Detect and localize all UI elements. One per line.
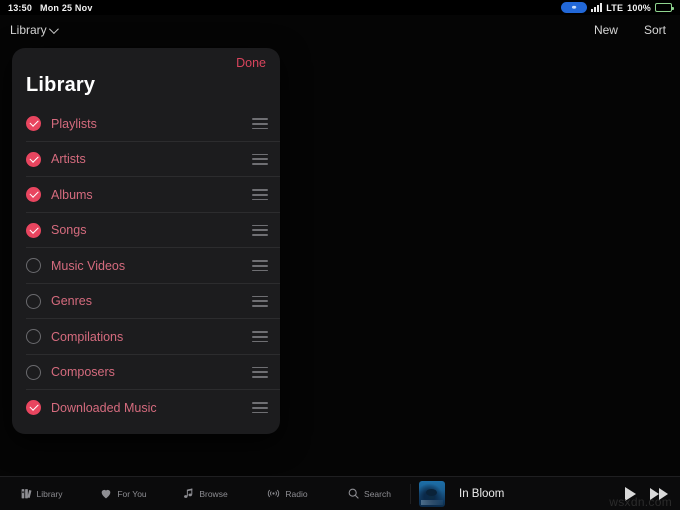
drag-handle-icon[interactable]: [252, 260, 268, 272]
checkbox-checked-icon[interactable]: [26, 222, 41, 238]
panel-title: Library: [26, 74, 96, 96]
screen-recording-icon: ⚭: [561, 2, 588, 13]
library-option-label: Downloaded Music: [51, 400, 157, 415]
library-option-label: Songs: [51, 223, 87, 238]
library-option-row[interactable]: Playlists: [12, 106, 280, 142]
library-icon: [20, 487, 33, 500]
play-icon[interactable]: [625, 486, 636, 501]
drag-handle-icon[interactable]: [252, 366, 268, 378]
heart-icon: [99, 487, 113, 500]
tab-label: Radio: [285, 488, 308, 499]
library-dropdown-button[interactable]: Library: [10, 23, 59, 37]
album-artwork: [419, 480, 445, 507]
checkbox-checked-icon[interactable]: [26, 116, 41, 132]
tab-browse[interactable]: Browse: [164, 487, 246, 500]
tab-label: Browse: [199, 488, 228, 499]
library-option-label: Playlists: [51, 116, 97, 131]
library-options-list: Playlists Artists Albums Songs Music Videos G…: [12, 106, 280, 426]
drag-handle-icon[interactable]: [252, 189, 268, 201]
library-option-row[interactable]: Downloaded Music: [12, 390, 280, 426]
library-edit-panel: Done Library Playlists Artists Albums Songs…: [12, 48, 280, 434]
done-button[interactable]: Done: [236, 56, 266, 70]
status-bar: 13:50 Mon 25 Nov ⚭ LTE 100%: [0, 0, 680, 15]
drag-handle-icon[interactable]: [252, 331, 268, 343]
music-note-icon: [182, 487, 195, 500]
panel-header: Done Library: [12, 48, 280, 106]
now-playing-bar[interactable]: In Bloom wsxdn.com: [411, 477, 680, 510]
tab-library[interactable]: Library: [0, 487, 82, 500]
library-option-label: Composers: [51, 365, 115, 380]
tab-list: Library For You Browse Radio Search: [0, 477, 410, 510]
cellular-signal-icon: [591, 3, 603, 12]
tab-bar: Library For You Browse Radio Search In Bloom…: [0, 476, 680, 510]
drag-handle-icon[interactable]: [252, 295, 268, 307]
library-option-row[interactable]: Music Videos: [12, 248, 280, 284]
drag-handle-icon[interactable]: [252, 118, 268, 130]
radio-broadcast-icon: [266, 487, 281, 500]
tab-label: Search: [364, 488, 391, 499]
now-playing-title: In Bloom: [459, 487, 505, 500]
drag-handle-icon[interactable]: [252, 402, 268, 414]
library-option-label: Compilations: [51, 329, 124, 344]
checkbox-unchecked-icon[interactable]: [26, 293, 41, 309]
sort-button[interactable]: Sort: [644, 23, 666, 37]
tab-label: For You: [117, 488, 147, 499]
library-option-label: Genres: [51, 294, 92, 309]
drag-handle-icon[interactable]: [252, 153, 268, 165]
drag-handle-icon[interactable]: [252, 224, 268, 236]
library-option-row[interactable]: Genres: [12, 284, 280, 320]
navigation-actions: New Sort: [594, 23, 666, 37]
library-dropdown-label: Library: [10, 23, 47, 37]
library-option-row[interactable]: Songs: [12, 213, 280, 249]
fast-forward-icon[interactable]: [650, 487, 668, 500]
chevron-down-icon: [48, 23, 59, 34]
checkbox-unchecked-icon[interactable]: [26, 364, 41, 380]
search-icon: [347, 487, 360, 500]
status-indicators: ⚭ LTE 100%: [561, 2, 674, 13]
library-option-row[interactable]: Compilations: [12, 319, 280, 355]
library-option-label: Artists: [51, 152, 86, 167]
status-date: Mon 25 Nov: [40, 2, 93, 13]
library-option-label: Music Videos: [51, 258, 126, 273]
playback-controls: [625, 486, 668, 501]
tab-label: Library: [36, 488, 63, 499]
library-option-row[interactable]: Composers: [12, 355, 280, 391]
checkbox-unchecked-icon[interactable]: [26, 258, 41, 274]
tab-search[interactable]: Search: [328, 487, 410, 500]
screen: 13:50 Mon 25 Nov ⚭ LTE 100% Library New …: [0, 0, 680, 510]
battery-full-icon: [655, 3, 674, 12]
library-option-label: Albums: [51, 187, 93, 202]
library-option-row[interactable]: Albums: [12, 177, 280, 213]
battery-percent-label: 100%: [627, 2, 651, 13]
tab-radio[interactable]: Radio: [246, 487, 328, 500]
checkbox-checked-icon[interactable]: [26, 187, 41, 203]
checkbox-unchecked-icon[interactable]: [26, 329, 41, 345]
navigation-bar: Library New Sort: [0, 15, 680, 45]
new-button[interactable]: New: [594, 23, 618, 37]
status-time: 13:50: [8, 2, 33, 13]
tab-for-you[interactable]: For You: [82, 487, 164, 500]
library-option-row[interactable]: Artists: [12, 142, 280, 178]
checkbox-checked-icon[interactable]: [26, 151, 41, 167]
network-label: LTE: [606, 2, 624, 13]
checkbox-checked-icon[interactable]: [26, 400, 41, 416]
